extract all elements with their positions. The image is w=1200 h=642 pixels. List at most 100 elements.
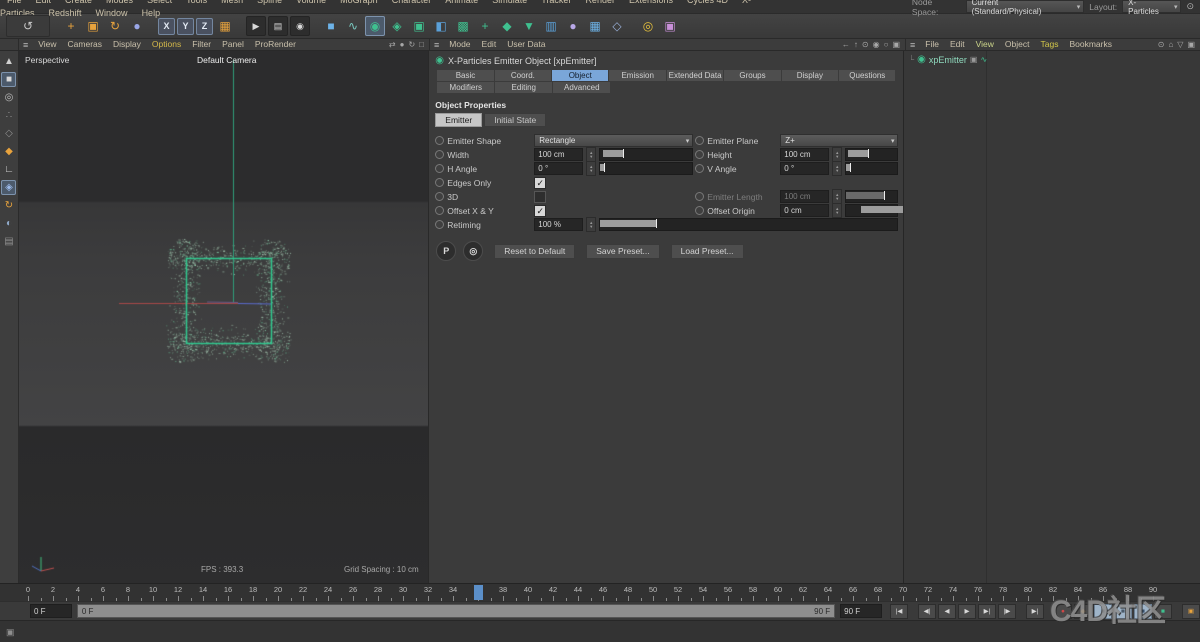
frame-tick[interactable]	[490, 598, 492, 601]
frame-tick[interactable]	[590, 598, 592, 601]
goto-end-button[interactable]: ▶|	[1026, 603, 1044, 619]
viewport-view-label[interactable]: Perspective	[25, 55, 69, 65]
menu-item-mode[interactable]: Mode	[444, 39, 475, 50]
menu-item-volume[interactable]: Volume	[289, 0, 333, 5]
frame-tick[interactable]	[128, 596, 129, 601]
menu-item-tags[interactable]: Tags	[1035, 39, 1063, 50]
animation-dot-offset-x-y[interactable]	[435, 206, 445, 215]
emitter-length-spinner[interactable]: ▲ ▼	[832, 189, 843, 204]
move-tool-icon[interactable]: +	[61, 16, 81, 36]
xp-box-icon[interactable]: ▣	[660, 16, 680, 36]
model-mode-icon[interactable]: ■	[1, 72, 17, 87]
frame-tick[interactable]	[865, 598, 867, 601]
search-icon[interactable]: ⊙	[1158, 39, 1165, 50]
initial-state-button[interactable]: Initial State	[484, 113, 547, 127]
frame-tick[interactable]	[215, 598, 217, 601]
frame-tick[interactable]	[353, 596, 354, 601]
frame-tick[interactable]	[778, 596, 779, 601]
frame-tick[interactable]	[728, 596, 729, 601]
current-frame-field[interactable]: 0 F	[30, 604, 72, 618]
render-settings-icon[interactable]: ▤	[268, 16, 288, 36]
frame-tick[interactable]	[653, 596, 654, 601]
frame-tick[interactable]	[903, 596, 904, 601]
menu-item-animate[interactable]: Animate	[438, 0, 485, 5]
xp-question-icon[interactable]: ◆	[497, 16, 517, 36]
tab-basic[interactable]: Basic	[437, 70, 494, 81]
frame-tick[interactable]	[40, 598, 42, 601]
new-panel-icon[interactable]: ▣	[892, 39, 900, 50]
retiming-spinner[interactable]: ▲ ▼	[586, 217, 597, 232]
menu-item-display[interactable]: Display	[108, 39, 146, 50]
frame-tick[interactable]	[390, 598, 392, 601]
frame-tick[interactable]	[153, 596, 154, 601]
menu-item-simulate[interactable]: Simulate	[485, 0, 534, 5]
frame-tick[interactable]	[265, 598, 267, 601]
frame-tick[interactable]	[315, 598, 317, 601]
search-icon[interactable]: ⊙	[862, 39, 869, 50]
frame-tick[interactable]	[90, 598, 92, 601]
menu-item-mograph[interactable]: MoGraph	[333, 0, 385, 5]
menu-item-spline[interactable]: Spline	[250, 0, 289, 5]
last-tool-icon[interactable]: ●	[127, 16, 147, 36]
frame-tick[interactable]	[853, 596, 854, 601]
animation-dot-offset-origin[interactable]	[695, 206, 705, 215]
frame-tick[interactable]	[890, 598, 892, 601]
xp-cache-icon[interactable]: ▦	[585, 16, 605, 36]
xp-action-icon[interactable]: ▼	[519, 16, 539, 36]
menu-item-file[interactable]: File	[0, 0, 29, 5]
animation-dot-height[interactable]	[695, 150, 705, 159]
emitter-length-field[interactable]: 100 cm	[780, 190, 830, 203]
menu-item-mesh[interactable]: Mesh	[214, 0, 250, 5]
xp-data-icon[interactable]: ▥	[541, 16, 561, 36]
node-space-select[interactable]: Current (Standard/Physical) ▾	[965, 0, 1085, 16]
menu-item-file[interactable]: File	[920, 39, 944, 50]
xp-generator-icon[interactable]: ▩	[453, 16, 473, 36]
solo-icon[interactable]: ◐	[1, 216, 16, 231]
frame-tick[interactable]	[1040, 598, 1042, 601]
frame-tick[interactable]	[53, 596, 54, 601]
x-axis-lock-button[interactable]: X	[158, 17, 175, 35]
menu-item-tools[interactable]: Tools	[179, 0, 214, 5]
frame-tick[interactable]	[578, 596, 579, 601]
lock-icon[interactable]: ◉	[873, 39, 880, 50]
frame-tick[interactable]	[628, 596, 629, 601]
frame-tick[interactable]	[340, 598, 342, 601]
frame-tick[interactable]	[140, 598, 142, 601]
workplane-icon[interactable]: ∟	[1, 162, 16, 177]
frame-tick[interactable]	[528, 596, 529, 601]
menu-item-character[interactable]: Character	[385, 0, 439, 5]
frame-tick[interactable]	[615, 598, 617, 601]
frame-tick[interactable]	[78, 596, 79, 601]
frame-tick[interactable]	[503, 596, 504, 601]
tab-advanced[interactable]: Advanced	[553, 82, 611, 93]
frame-tick[interactable]	[103, 596, 104, 601]
y-axis-lock-button[interactable]: Y	[177, 17, 194, 35]
height-slider[interactable]	[845, 148, 899, 161]
animation-dot-edges-only[interactable]	[435, 178, 445, 187]
reset-to-default-button[interactable]: Reset to Default	[494, 243, 576, 259]
frame-tick[interactable]	[378, 596, 379, 601]
home-icon[interactable]: ⌂	[1168, 39, 1173, 50]
animation-dot-v-angle[interactable]	[695, 164, 705, 173]
maximize-icon[interactable]: □	[419, 39, 424, 50]
frame-tick[interactable]	[690, 598, 692, 601]
v-angle-slider[interactable]	[845, 162, 899, 175]
end-frame-field[interactable]: 90 F	[840, 604, 882, 618]
scale-tool-icon[interactable]: ▣	[83, 16, 103, 36]
refresh-icon[interactable]: ↻	[408, 39, 415, 50]
viewport[interactable]: Perspective Default Camera FPS : 393.3 G…	[18, 51, 429, 583]
frame-tick[interactable]	[65, 598, 67, 601]
frame-tick[interactable]	[290, 598, 292, 601]
attribute-burger-icon[interactable]: ≡	[430, 40, 443, 50]
up-arrow-icon[interactable]: ↑	[854, 39, 858, 50]
frame-tick[interactable]	[203, 596, 204, 601]
polygons-mode-icon[interactable]: ◆	[1, 144, 16, 159]
xp-dynamics-icon[interactable]: ◧	[431, 16, 451, 36]
emitter-button[interactable]: Emitter	[435, 113, 483, 127]
retiming-field[interactable]: 100 %	[534, 218, 584, 231]
z-axis-lock-button[interactable]: Z	[196, 17, 213, 35]
menu-item-view[interactable]: View	[33, 39, 61, 50]
axis-mode-icon[interactable]: ↻	[1, 198, 16, 213]
frame-tick[interactable]	[328, 596, 329, 601]
tab-modifiers[interactable]: Modifiers	[437, 82, 495, 93]
